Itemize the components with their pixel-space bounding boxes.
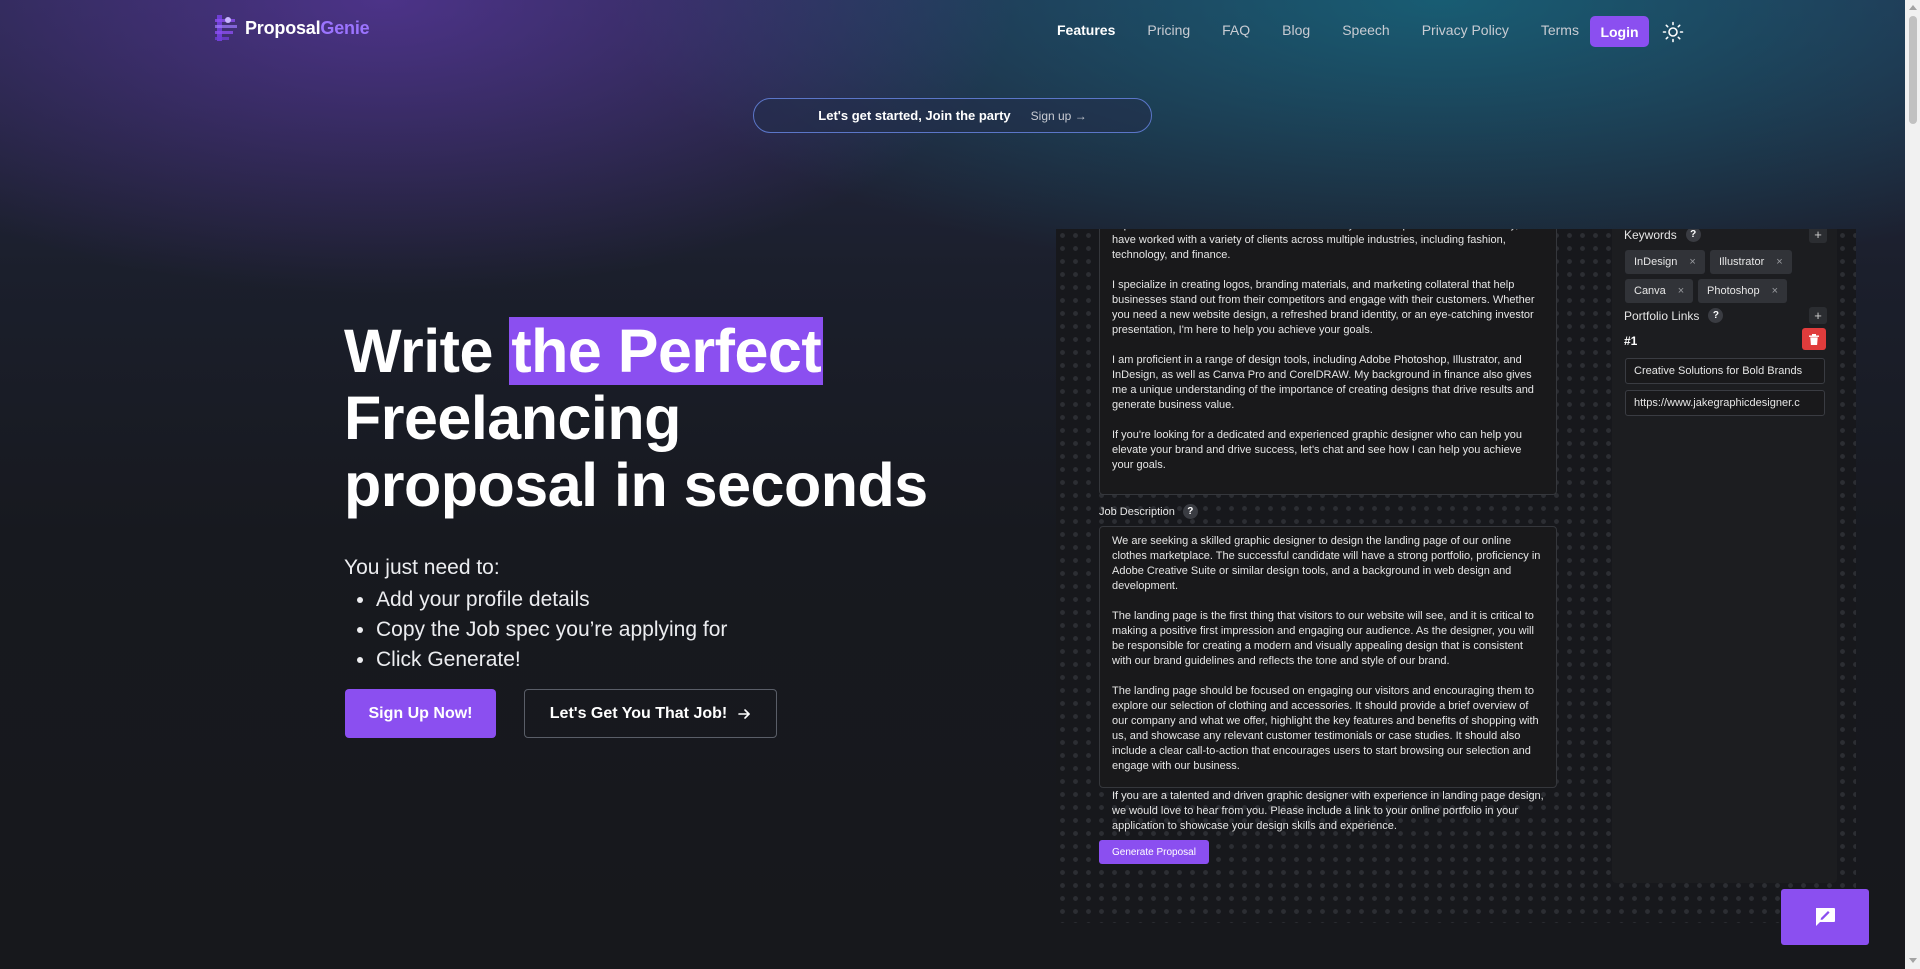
nav-link-features[interactable]: Features [1057, 22, 1115, 38]
profile-paragraph: capture the attention of audiences. With… [1112, 229, 1525, 261]
keyword-chip-label: InDesign [1634, 256, 1678, 268]
profile-textarea[interactable]: capture the attention of audiences. With… [1099, 229, 1557, 495]
announcement-text: Let's get started, Join the party [818, 108, 1011, 123]
nav-link-speech[interactable]: Speech [1342, 22, 1389, 38]
logo[interactable]: ProposalGenie [215, 14, 370, 42]
job-description-textarea[interactable]: We are seeking a skilled graphic designe… [1099, 526, 1557, 832]
sign-up-now-button[interactable]: Sign Up Now! [345, 689, 496, 738]
add-portfolio-link-button[interactable]: + [1809, 307, 1827, 324]
add-keyword-button[interactable]: + [1809, 229, 1827, 243]
help-icon[interactable]: ? [1708, 308, 1724, 323]
get-that-job-button[interactable]: Let's Get You That Job! [524, 689, 777, 738]
app-preview: capture the attention of audiences. With… [1056, 229, 1856, 923]
job-description-label: Job Description ? [1099, 504, 1198, 519]
remove-keyword-icon[interactable]: × [1776, 256, 1782, 268]
announcement-signup-link[interactable]: Sign up → [1031, 109, 1087, 123]
job-paragraph: We are seeking a skilled graphic designe… [1112, 535, 1541, 592]
hero-step: Add your profile details [376, 585, 727, 615]
hero-subtitle: You just need to: [344, 556, 500, 579]
get-that-job-label: Let's Get You That Job! [549, 704, 728, 722]
nav-link-blog[interactable]: Blog [1282, 22, 1310, 38]
hero-title-line2: Freelancing [344, 384, 681, 452]
hero-title: Write the Perfect Freelancing proposal i… [344, 317, 928, 519]
hero-steps: Add your profile details Copy the Job sp… [376, 585, 727, 675]
keywords-label: Keywords ? [1624, 229, 1701, 242]
portfolio-links-label-text: Portfolio Links [1624, 308, 1700, 323]
top-nav: ProposalGenie Features Pricing FAQ Blog … [0, 0, 1905, 64]
sun-icon[interactable] [1662, 21, 1684, 43]
settings-sidebar: Keywords ? + InDesign × Illustrator × Canv… [1612, 229, 1837, 883]
hero-step: Click Generate! [376, 645, 727, 675]
scroll-thumb[interactable] [1909, 16, 1917, 124]
nav-link-terms[interactable]: Terms [1541, 22, 1579, 38]
nav-link-privacy[interactable]: Privacy Policy [1422, 22, 1509, 38]
genie-logo-icon [215, 14, 239, 42]
job-paragraph: The landing page should be focused on en… [1112, 685, 1539, 772]
announcement-banner[interactable]: Let's get started, Join the party Sign u… [753, 98, 1152, 133]
hero-title-line3: proposal in seconds [344, 451, 928, 519]
hero-step: Copy the Job spec you’re applying for [376, 615, 727, 645]
portfolio-index: #1 [1624, 334, 1638, 348]
keyword-chip: Photoshop × [1698, 279, 1788, 303]
portfolio-links-label: Portfolio Links ? [1624, 308, 1724, 323]
job-paragraph: If you are a talented and driven graphic… [1112, 790, 1544, 832]
nav-link-faq[interactable]: FAQ [1222, 22, 1250, 38]
nav-link-pricing[interactable]: Pricing [1147, 22, 1190, 38]
remove-keyword-icon[interactable]: × [1689, 256, 1695, 268]
job-description-label-text: Job Description [1099, 505, 1175, 518]
remove-keyword-icon[interactable]: × [1678, 285, 1684, 297]
page-scrollbar[interactable] [1905, 0, 1920, 969]
keyword-chip-label: Canva [1634, 285, 1666, 297]
keyword-chip: InDesign × [1625, 250, 1705, 274]
generate-proposal-button[interactable]: Generate Proposal [1099, 840, 1209, 864]
hero-title-part: Write [344, 317, 510, 385]
hero-title-highlight: the Perfect [509, 317, 824, 385]
profile-paragraph: I am proficient in a range of design too… [1112, 354, 1534, 411]
delete-portfolio-button[interactable] [1802, 328, 1826, 350]
keyword-chip: Canva × [1625, 279, 1694, 303]
brand-name: ProposalGenie [245, 17, 370, 38]
help-icon[interactable]: ? [1182, 504, 1198, 519]
remove-keyword-icon[interactable]: × [1772, 285, 1778, 297]
job-paragraph: The landing page is the first thing that… [1112, 610, 1534, 667]
portfolio-url-input[interactable]: https://www.jakegraphicdesigner.c [1625, 390, 1825, 416]
login-button[interactable]: Login [1590, 16, 1649, 47]
feedback-button[interactable] [1781, 889, 1869, 945]
keyword-chip-label: Photoshop [1707, 285, 1760, 297]
trash-icon [1809, 333, 1819, 345]
keyword-chip: Illustrator × [1710, 250, 1792, 274]
profile-paragraph: I specialize in creating logos, branding… [1112, 279, 1535, 336]
scroll-down-icon[interactable] [1909, 958, 1917, 963]
portfolio-title-input[interactable]: Creative Solutions for Bold Brands [1625, 358, 1825, 384]
nav-links: Features Pricing FAQ Blog Speech Privacy… [1057, 22, 1611, 38]
help-icon[interactable]: ? [1685, 229, 1701, 242]
edit-message-icon [1816, 908, 1835, 926]
arrow-right-icon [738, 708, 751, 719]
profile-paragraph: If you're looking for a dedicated and ex… [1112, 429, 1522, 471]
keywords-label-text: Keywords [1624, 229, 1677, 242]
keyword-chip-label: Illustrator [1719, 256, 1765, 268]
scroll-up-icon[interactable] [1909, 5, 1917, 10]
